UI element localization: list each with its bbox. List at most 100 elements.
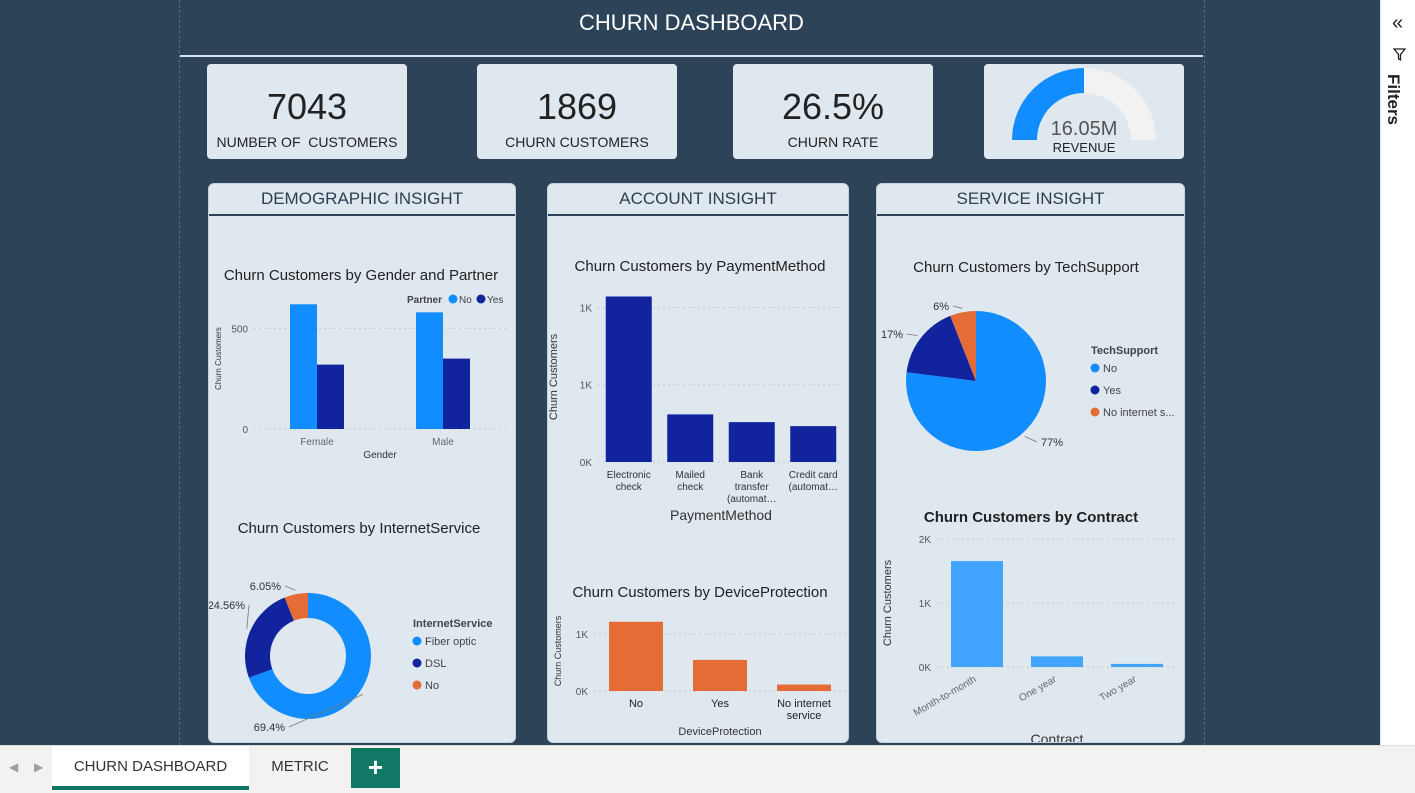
y-tick-label: 1K bbox=[576, 630, 589, 641]
legend-marker bbox=[476, 294, 486, 304]
y-tick-label: 1K bbox=[919, 599, 932, 610]
chart-title: Churn Customers by PaymentMethod bbox=[575, 258, 826, 275]
legend-marker bbox=[412, 680, 422, 690]
bar bbox=[317, 364, 344, 429]
chart-contract[interactable]: Churn Customers by Contract 0K 1K 2K Month-t… bbox=[882, 509, 1177, 743]
panel-title: SERVICE INSIGHT bbox=[877, 184, 1184, 216]
kpi-label: NUMBER OF CUSTOMERS bbox=[216, 134, 398, 150]
tab-next-icon[interactable]: ▶ bbox=[34, 760, 43, 774]
dashboard-title: CHURN DASHBOARD bbox=[579, 10, 804, 35]
legend-marker bbox=[1090, 407, 1100, 417]
collapse-chevron-icon[interactable]: « bbox=[1392, 12, 1403, 35]
y-axis-label: Churn Customers bbox=[553, 615, 563, 686]
report-canvas: CHURN DASHBOARD 7043 NUMBER OF CUSTOMERS… bbox=[0, 0, 1380, 745]
legend-label: No bbox=[1103, 363, 1117, 375]
legend-label: Yes bbox=[1103, 385, 1121, 397]
legend-marker bbox=[1090, 363, 1100, 373]
x-tick-label: Two year bbox=[1098, 674, 1139, 704]
y-tick-label: 0K bbox=[919, 663, 932, 674]
bar bbox=[1031, 656, 1083, 667]
y-tick-label: 0K bbox=[576, 687, 589, 698]
bar bbox=[443, 358, 470, 429]
title-divider bbox=[180, 55, 1203, 57]
y-axis-label: Churn Customers bbox=[548, 333, 560, 420]
x-tick-label: Bank transfer (automat… bbox=[727, 470, 776, 505]
kpi-card-churn[interactable]: 1869 CHURN CUSTOMERS bbox=[477, 64, 677, 159]
bar bbox=[605, 296, 652, 462]
chart-payment-method[interactable]: Churn Customers by PaymentMethod 0K 1K 1K El… bbox=[548, 258, 844, 523]
chart-internet-service[interactable]: Churn Customers by InternetService 69.4% 2… bbox=[209, 520, 492, 734]
legend-label: Fiber optic bbox=[425, 636, 477, 648]
bar bbox=[790, 426, 837, 462]
kpi-label: CHURN CUSTOMERS bbox=[505, 134, 649, 150]
account-charts: Churn Customers by PaymentMethod 0K 1K 1K El… bbox=[548, 258, 846, 738]
legend-label: DSL bbox=[425, 658, 446, 670]
data-label: 69.4% bbox=[254, 722, 285, 734]
tab-churn-dashboard[interactable]: CHURN DASHBOARD bbox=[52, 746, 249, 790]
legend-label: Yes bbox=[487, 295, 503, 306]
legend-label: No bbox=[425, 680, 439, 692]
chart-tech-support[interactable]: Churn Customers by TechSupport 77% 17% 6% Te… bbox=[881, 259, 1175, 451]
gauge-label: REVENUE bbox=[1053, 140, 1116, 155]
bar bbox=[693, 659, 747, 691]
page-tab-bar: ◀ ▶ CHURN DASHBOARD METRIC + bbox=[0, 745, 1415, 793]
leader-line bbox=[246, 604, 250, 629]
page-guide-left bbox=[179, 0, 180, 745]
leader-line bbox=[284, 585, 296, 591]
panel-title: DEMOGRAPHIC INSIGHT bbox=[209, 184, 515, 216]
kpi-value: 1869 bbox=[536, 86, 618, 127]
tab-prev-icon[interactable]: ◀ bbox=[9, 760, 18, 774]
chart-device-protection[interactable]: Churn Customers by DeviceProtection 0K 1K N… bbox=[553, 584, 846, 738]
legend-title: TechSupport bbox=[1091, 345, 1158, 357]
chart-title: Churn Customers by Contract bbox=[924, 509, 1138, 526]
kpi-card-revenue[interactable]: 16.05M REVENUE bbox=[984, 64, 1184, 159]
gauge-value: 16.05M bbox=[1051, 118, 1118, 140]
data-label: 77% bbox=[1041, 437, 1063, 449]
legend-title: Partner bbox=[407, 295, 442, 306]
leader-line bbox=[1024, 436, 1038, 443]
x-tick-label: No internet service bbox=[777, 698, 831, 722]
x-tick-label: Yes bbox=[711, 698, 729, 710]
bar bbox=[667, 414, 714, 462]
bar bbox=[1111, 663, 1163, 667]
x-tick-label: Month-to-month bbox=[912, 674, 979, 719]
bar bbox=[290, 304, 317, 429]
x-axis-label: Gender bbox=[363, 450, 397, 461]
tab-metric[interactable]: METRIC bbox=[250, 746, 350, 790]
y-axis-label: Churn Customers bbox=[882, 559, 894, 646]
x-tick-label: One year bbox=[1017, 674, 1059, 704]
chart-title: Churn Customers by TechSupport bbox=[913, 259, 1139, 276]
slice bbox=[245, 597, 294, 678]
x-tick-label: Electronic check bbox=[607, 470, 651, 493]
panel-demographic: DEMOGRAPHIC INSIGHT Churn Customers by G… bbox=[208, 183, 516, 743]
leader-line bbox=[952, 305, 963, 309]
chart-title: Churn Customers by InternetService bbox=[238, 520, 481, 537]
x-axis-label: Contract bbox=[1031, 731, 1084, 743]
revenue-gauge: 16.05M REVENUE bbox=[1012, 68, 1156, 155]
legend-marker bbox=[412, 658, 422, 668]
bar bbox=[416, 312, 443, 429]
legend-marker bbox=[412, 636, 422, 646]
y-tick-label: 1K bbox=[580, 381, 593, 392]
x-tick-label: No bbox=[629, 698, 643, 710]
kpi-card-customers[interactable]: 7043 NUMBER OF CUSTOMERS bbox=[207, 64, 407, 159]
y-tick-label: 2K bbox=[919, 535, 932, 546]
chart-title: Churn Customers by Gender and Partner bbox=[224, 267, 498, 284]
x-tick-label: Mailed check bbox=[676, 470, 705, 493]
x-tick-label: Credit card (automat… bbox=[789, 470, 838, 493]
kpi-value: 7043 bbox=[266, 86, 348, 127]
page-guide-right bbox=[1204, 0, 1205, 745]
chart-gender-partner[interactable]: Churn Customers by Gender and Partner 0 50… bbox=[214, 267, 506, 461]
bar bbox=[609, 621, 663, 691]
y-tick-label: 0 bbox=[242, 425, 248, 436]
filter-funnel-icon bbox=[1393, 48, 1406, 62]
kpi-value: 26.5% bbox=[781, 86, 885, 127]
x-tick-label: Female bbox=[300, 437, 334, 448]
kpi-label: CHURN RATE bbox=[787, 134, 879, 150]
panel-title: ACCOUNT INSIGHT bbox=[548, 184, 848, 216]
y-axis-label: Churn Customers bbox=[214, 327, 223, 390]
x-tick-label: Male bbox=[432, 437, 454, 448]
add-page-button[interactable]: + bbox=[351, 748, 400, 788]
kpi-card-rate[interactable]: 26.5% CHURN RATE bbox=[733, 64, 933, 159]
filters-pane[interactable]: « Filters bbox=[1380, 0, 1415, 745]
